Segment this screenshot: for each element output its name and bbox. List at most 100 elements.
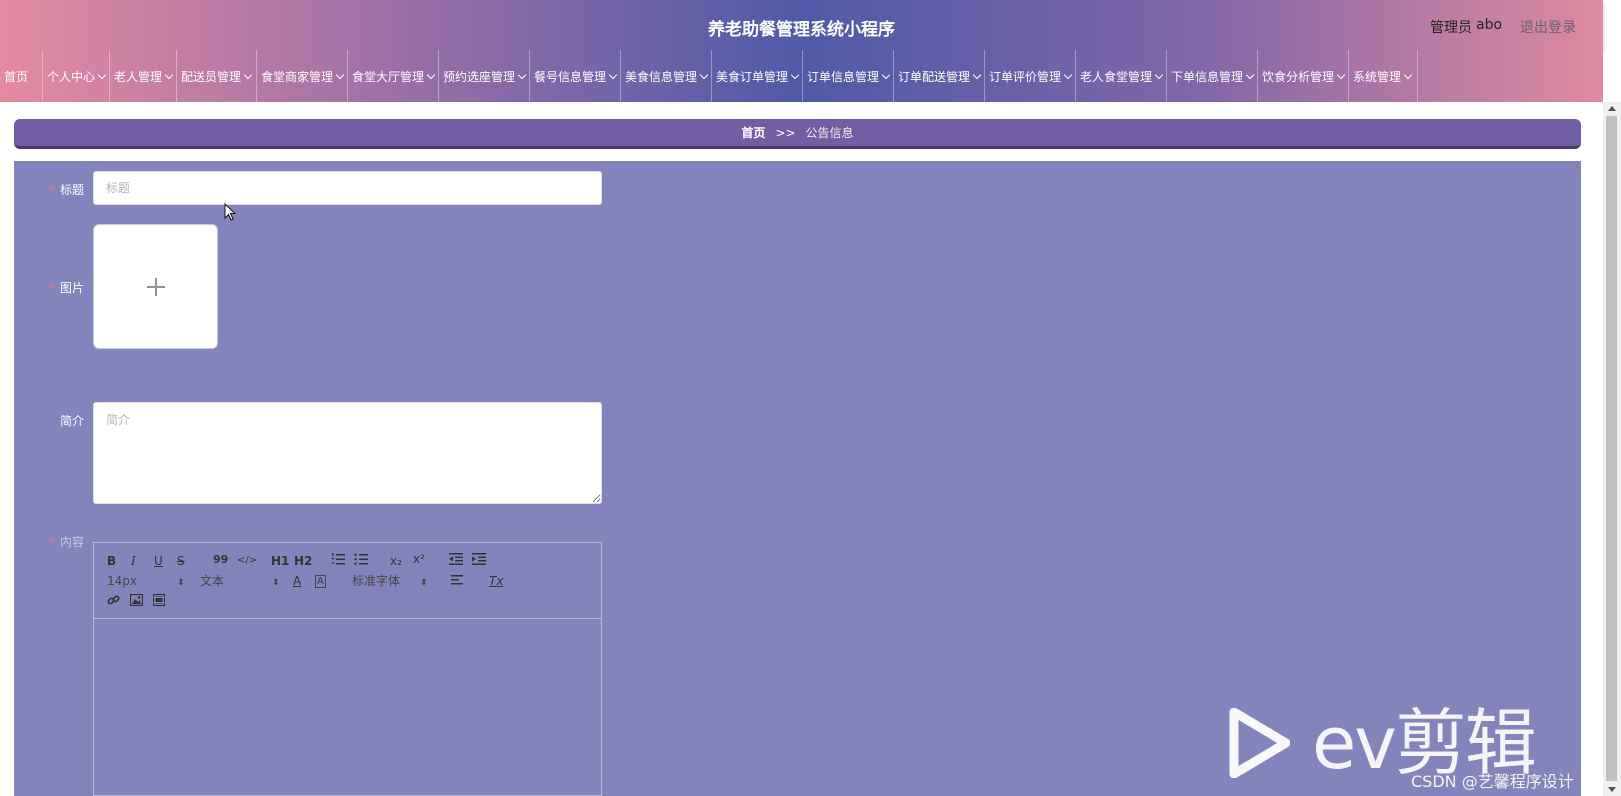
chevron-down-icon: [335, 70, 345, 79]
scroll-down-arrow-icon[interactable]: [1608, 787, 1616, 792]
chevron-down-icon: [608, 70, 618, 79]
username: abo: [1476, 17, 1503, 33]
nav-item-label: 订单信息管理: [807, 69, 880, 84]
video-insert-icon[interactable]: [152, 593, 166, 609]
nav-item-6[interactable]: 预约选座管理: [439, 50, 530, 102]
nav-item-label: 饮食分析管理: [1262, 69, 1335, 84]
chevron-down-icon: [790, 70, 800, 79]
background-color-button[interactable]: A: [315, 575, 326, 588]
nav-item-label: 美食信息管理: [625, 69, 698, 84]
nav-item-9[interactable]: 美食订单管理: [712, 50, 803, 102]
nav-item-label: 订单配送管理: [898, 69, 971, 84]
underline-button[interactable]: U: [154, 554, 163, 568]
scroll-up-arrow-icon[interactable]: [1608, 106, 1616, 111]
nav-item-label: 食堂商家管理: [261, 69, 334, 84]
nav-item-label: 老人食堂管理: [1080, 69, 1153, 84]
strike-button[interactable]: S: [177, 554, 185, 568]
rich-text-editor: B I U S 99 </> H1 H2 x₂ x² 14px ⬍ 文本 ⬍ A…: [93, 542, 602, 796]
link-icon[interactable]: [107, 594, 120, 610]
bullet-list-icon[interactable]: [354, 553, 368, 568]
nav-item-5[interactable]: 食堂大厅管理: [348, 50, 439, 102]
image-insert-icon[interactable]: [129, 593, 144, 609]
logout-button[interactable]: 退出登录: [1520, 17, 1576, 37]
user-role: 管理员: [1430, 20, 1472, 36]
nav-item-label: 食堂大厅管理: [352, 69, 425, 84]
nav-item-4[interactable]: 食堂商家管理: [257, 50, 348, 102]
page-scrollbar[interactable]: [1603, 102, 1621, 796]
main-nav: 首页 个人中心 老人管理 配送员管理 食堂商家管理 食堂大厅管理 预约选座管理 餐号信息管理 美…: [0, 50, 1603, 102]
csdn-watermark: CSDN @艺馨程序设计: [1411, 772, 1574, 791]
image-upload-button[interactable]: [93, 224, 218, 349]
chevron-down-icon: [1245, 70, 1255, 79]
select-arrows-icon: ⬍: [420, 578, 428, 588]
nav-item-12[interactable]: 订单评价管理: [985, 50, 1076, 102]
nav-item-7[interactable]: 餐号信息管理: [530, 50, 621, 102]
select-arrows-icon: ⬍: [177, 578, 185, 588]
nav-item-2[interactable]: 老人管理: [110, 50, 177, 102]
outdent-icon[interactable]: [449, 553, 463, 568]
nav-item-14[interactable]: 下单信息管理: [1167, 50, 1258, 102]
breadcrumb: 首页 >> 公告信息: [14, 119, 1581, 149]
chevron-down-icon: [699, 70, 709, 79]
image-label: * 图片: [14, 279, 84, 296]
nav-item-label: 下单信息管理: [1171, 69, 1244, 84]
chevron-down-icon: [1063, 70, 1073, 79]
align-icon[interactable]: [451, 574, 463, 589]
nav-item-0[interactable]: 首页: [0, 50, 43, 102]
intro-label: 简介: [14, 412, 84, 429]
scrollbar-thumb[interactable]: [1606, 116, 1617, 781]
chevron-down-icon: [1154, 70, 1164, 79]
ev-play-logo-icon: [1229, 708, 1290, 778]
chevron-down-icon: [881, 70, 891, 79]
chevron-down-icon: [97, 70, 107, 79]
title-input[interactable]: [93, 171, 602, 205]
content-label-text: 内容: [59, 535, 84, 549]
italic-button[interactable]: I: [131, 554, 136, 568]
breadcrumb-home[interactable]: 首页: [741, 124, 765, 141]
superscript-button[interactable]: x²: [413, 552, 425, 566]
subscript-button[interactable]: x₂: [390, 554, 402, 568]
nav-item-label: 订单评价管理: [989, 69, 1062, 84]
nav-item-label: 配送员管理: [181, 69, 242, 84]
chevron-down-icon: [972, 70, 982, 79]
title-label: * 标题: [14, 181, 84, 198]
image-label-text: 图片: [59, 281, 84, 295]
blockquote-button[interactable]: 99: [213, 553, 228, 567]
intro-label-text: 简介: [59, 414, 84, 428]
bold-button[interactable]: B: [107, 554, 116, 568]
chevron-down-icon: [517, 70, 527, 79]
ordered-list-icon[interactable]: [331, 553, 345, 568]
title-label-text: 标题: [59, 183, 84, 197]
header2-button[interactable]: H2: [294, 554, 312, 568]
font-size-select[interactable]: 14px ⬍: [107, 574, 185, 590]
nav-item-11[interactable]: 订单配送管理: [894, 50, 985, 102]
nav-item-15[interactable]: 饮食分析管理: [1258, 50, 1349, 102]
clean-format-button[interactable]: Tx: [489, 574, 503, 588]
select-arrows-icon: ⬍: [272, 578, 280, 588]
nav-item-10[interactable]: 订单信息管理: [803, 50, 894, 102]
nav-item-1[interactable]: 个人中心: [43, 50, 110, 102]
text-type-select[interactable]: 文本 ⬍: [200, 574, 280, 590]
intro-textarea[interactable]: [93, 402, 602, 504]
code-block-button[interactable]: </>: [237, 554, 257, 568]
nav-item-label: 预约选座管理: [443, 69, 516, 84]
nav-item-8[interactable]: 美食信息管理: [621, 50, 712, 102]
nav-item-label: 个人中心: [47, 69, 96, 84]
editor-content-area[interactable]: [94, 619, 601, 795]
header1-button[interactable]: H1: [271, 554, 289, 568]
required-mark: *: [49, 281, 56, 295]
chevron-down-icon: [164, 70, 174, 79]
nav-item-label: 美食订单管理: [716, 69, 789, 84]
breadcrumb-separator: >>: [775, 125, 796, 140]
indent-icon[interactable]: [472, 553, 486, 568]
mouse-cursor-icon: [224, 203, 236, 221]
text-color-button[interactable]: A: [293, 574, 301, 588]
font-family-select[interactable]: 标准字体 ⬍: [352, 574, 428, 590]
nav-item-16[interactable]: 系统管理: [1349, 50, 1418, 102]
app-title: 养老助餐管理系统小程序: [708, 20, 895, 40]
editor-toolbar: B I U S 99 </> H1 H2 x₂ x² 14px ⬍ 文本 ⬍ A…: [94, 543, 601, 619]
nav-item-3[interactable]: 配送员管理: [177, 50, 257, 102]
font-size-value: 14px: [107, 574, 137, 588]
nav-item-13[interactable]: 老人食堂管理: [1076, 50, 1167, 102]
chevron-down-icon: [243, 70, 253, 79]
